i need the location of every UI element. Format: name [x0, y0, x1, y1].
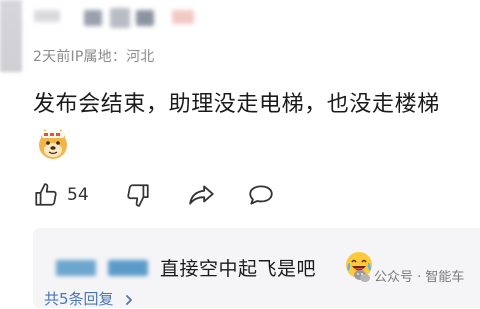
reply-username-blurred[interactable] — [56, 260, 96, 276]
reply-text: 直接空中起飞是吧 — [160, 258, 317, 280]
watermark: 公众号 · 智能车 — [354, 266, 464, 285]
doge-emoji — [39, 129, 67, 159]
comment-text: 发布会结束，助理没走电梯，也没走楼梯 — [33, 92, 440, 117]
user-tag-blurred — [172, 10, 194, 24]
avatar[interactable] — [0, 0, 22, 72]
more-replies-link[interactable]: 共5条回复 — [44, 288, 134, 309]
watermark-text: 公众号 · 智能车 — [374, 270, 465, 285]
wechat-official-account-icon — [354, 269, 370, 282]
dislike-button[interactable] — [125, 178, 151, 212]
reply-username-blurred — [108, 260, 148, 276]
comment-actions: 54 — [33, 178, 293, 212]
more-replies-label: 共5条回复 — [44, 290, 114, 308]
user-badge-blurred — [84, 10, 102, 26]
thumbs-up-icon — [35, 183, 57, 206]
user-badge-blurred — [136, 10, 154, 26]
thumbs-down-icon — [127, 184, 149, 207]
comment-button[interactable] — [247, 178, 275, 212]
like-button[interactable]: 54 — [33, 178, 89, 212]
like-count: 54 — [67, 185, 89, 205]
share-icon — [189, 185, 214, 205]
username-blurred[interactable] — [34, 10, 60, 22]
user-badge-blurred — [110, 8, 130, 28]
share-button[interactable] — [188, 178, 216, 212]
comment-meta: 2天前IP属地：河北 — [33, 49, 155, 65]
comment-icon — [249, 185, 273, 205]
